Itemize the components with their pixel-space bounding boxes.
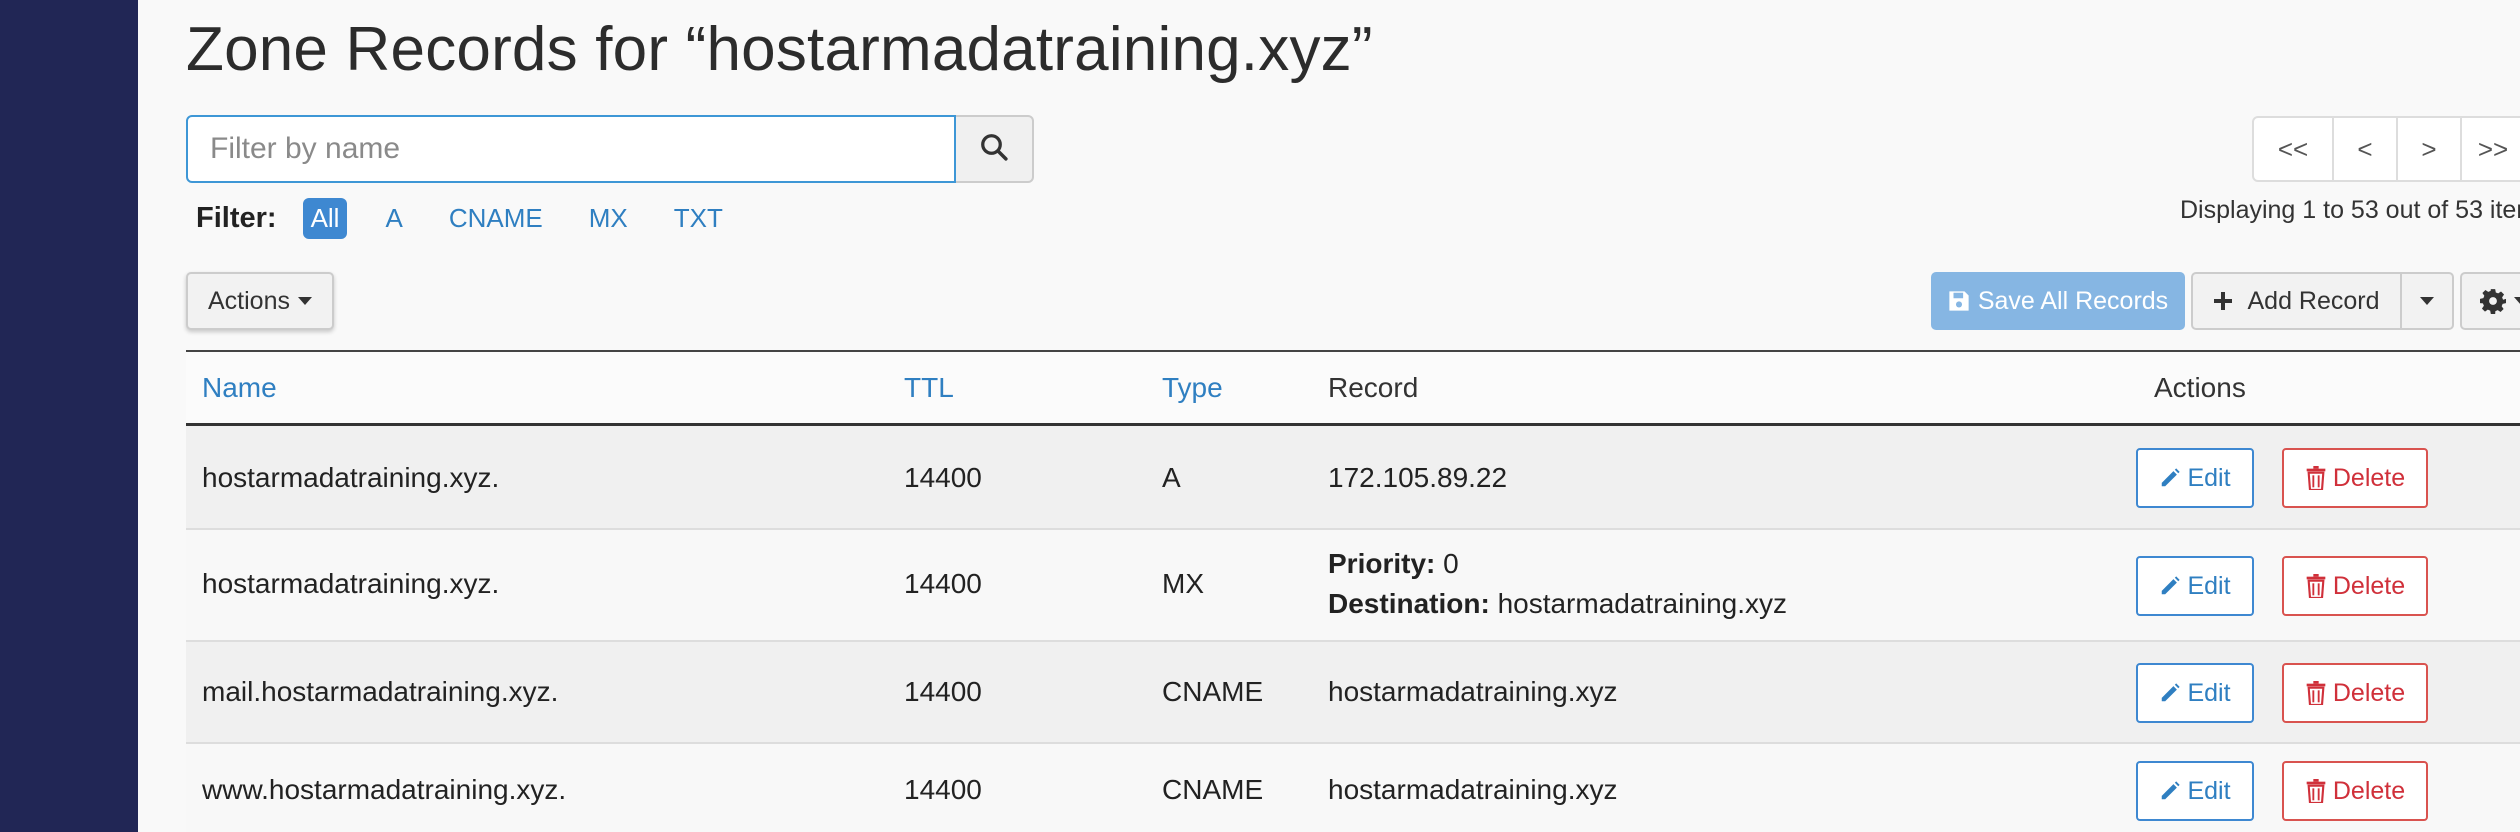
record-type: CNAME: [1162, 676, 1264, 707]
page-title: Zone Records for “hostarmadatraining.xyz…: [186, 15, 1373, 84]
pencil-icon: [2159, 467, 2187, 489]
save-all-label: Save All Records: [1977, 286, 2169, 315]
first-page-button[interactable]: <<: [2252, 116, 2334, 182]
add-record-button[interactable]: Add Record: [2191, 272, 2402, 330]
table-row: www.hostarmadatraining.xyz. 14400 CNAME …: [186, 744, 2520, 832]
record-name: www.hostarmadatraining.xyz.: [202, 774, 567, 805]
prev-page-button[interactable]: <: [2332, 116, 2398, 182]
mx-destination: Destination: hostarmadatraining.xyz: [1328, 588, 1787, 620]
priority-value: 0: [1443, 548, 1459, 579]
delete-label: Delete: [2332, 776, 2406, 805]
last-page-button[interactable]: >>: [2460, 116, 2520, 182]
display-count: Displaying 1 to 53 out of 53 items: [2180, 196, 2520, 224]
table-row: mail.hostarmadatraining.xyz. 14400 CNAME…: [186, 642, 2520, 744]
pencil-icon: [2159, 682, 2187, 704]
caret-down-icon: [297, 297, 312, 305]
destination-value: hostarmadatraining.xyz: [1497, 588, 1788, 619]
column-header-name[interactable]: Name: [202, 372, 277, 404]
record-type: A: [1162, 462, 1181, 493]
sidebar: [0, 0, 138, 832]
trash-icon: [2305, 466, 2333, 490]
search-input[interactable]: [186, 115, 956, 183]
table-header: Name TTL Type Record Actions: [186, 352, 2520, 426]
record-type: MX: [1162, 568, 1204, 599]
column-header-actions: Actions: [2154, 372, 2246, 403]
edit-button[interactable]: Edit: [2136, 556, 2254, 616]
delete-button[interactable]: Delete: [2282, 663, 2428, 723]
edit-label: Edit: [2187, 678, 2231, 707]
type-filter: Filter: All A CNAME MX TXT: [196, 196, 761, 240]
pagination: << < > >>: [2252, 116, 2520, 182]
save-icon: [1948, 290, 1970, 312]
delete-button[interactable]: Delete: [2282, 448, 2428, 508]
record-ttl: 14400: [904, 568, 982, 599]
mx-priority: Priority: 0: [1328, 548, 1459, 580]
trash-icon: [2305, 779, 2333, 803]
gear-icon: [2480, 288, 2506, 314]
plus-icon: [2213, 291, 2233, 311]
filter-mx[interactable]: MX: [581, 198, 636, 239]
priority-label: Priority:: [1328, 548, 1436, 579]
delete-button[interactable]: Delete: [2282, 556, 2428, 616]
destination-label: Destination:: [1328, 588, 1490, 619]
filter-txt[interactable]: TXT: [666, 198, 731, 239]
record-name: hostarmadatraining.xyz.: [202, 462, 500, 493]
edit-button[interactable]: Edit: [2136, 448, 2254, 508]
record-type: CNAME: [1162, 774, 1264, 805]
next-page-button[interactable]: >: [2396, 116, 2462, 182]
delete-button[interactable]: Delete: [2282, 761, 2428, 821]
record-name: mail.hostarmadatraining.xyz.: [202, 676, 559, 707]
caret-down-icon: [2514, 297, 2520, 305]
delete-label: Delete: [2332, 678, 2406, 707]
pencil-icon: [2159, 780, 2187, 802]
caret-down-icon: [2420, 297, 2434, 305]
record-value: 172.105.89.22: [1328, 462, 1508, 493]
add-record-label: Add Record: [2247, 286, 2380, 315]
filter-cname[interactable]: CNAME: [441, 198, 551, 239]
search-button[interactable]: [956, 115, 1034, 183]
trash-icon: [2305, 681, 2333, 705]
edit-label: Edit: [2187, 463, 2231, 492]
table-row: hostarmadatraining.xyz. 14400 MX Priorit…: [186, 530, 2520, 642]
trash-icon: [2305, 574, 2333, 598]
edit-label: Edit: [2187, 776, 2231, 805]
zone-records-table: Name TTL Type Record Actions hostarmadat…: [186, 350, 2520, 832]
filter-a[interactable]: A: [377, 198, 410, 239]
settings-dropdown-button[interactable]: [2460, 272, 2520, 330]
column-header-ttl[interactable]: TTL: [904, 372, 954, 404]
record-name: hostarmadatraining.xyz.: [202, 568, 500, 599]
main-content: Zone Records for “hostarmadatraining.xyz…: [138, 0, 2520, 832]
record-ttl: 14400: [904, 462, 982, 493]
record-ttl: 14400: [904, 774, 982, 805]
add-record-dropdown-toggle[interactable]: [2402, 272, 2454, 330]
delete-label: Delete: [2332, 463, 2406, 492]
add-record-group: Add Record: [2191, 272, 2454, 330]
record-ttl: 14400: [904, 676, 982, 707]
search-icon: [979, 132, 1009, 167]
column-header-record: Record: [1328, 372, 1419, 403]
column-header-type[interactable]: Type: [1162, 372, 1223, 404]
edit-label: Edit: [2187, 571, 2231, 600]
edit-button[interactable]: Edit: [2136, 663, 2254, 723]
edit-button[interactable]: Edit: [2136, 761, 2254, 821]
table-row: hostarmadatraining.xyz. 14400 A 172.105.…: [186, 426, 2520, 530]
pencil-icon: [2159, 575, 2187, 597]
save-all-records-button[interactable]: Save All Records: [1931, 272, 2185, 330]
delete-label: Delete: [2332, 571, 2406, 600]
record-value: hostarmadatraining.xyz: [1328, 774, 1618, 805]
actions-label: Actions: [208, 286, 290, 315]
filter-all[interactable]: All: [302, 197, 348, 239]
search-group: [186, 115, 1034, 183]
record-value: hostarmadatraining.xyz: [1328, 676, 1618, 707]
filter-label: Filter:: [196, 201, 277, 234]
actions-dropdown-button[interactable]: Actions: [186, 272, 334, 330]
